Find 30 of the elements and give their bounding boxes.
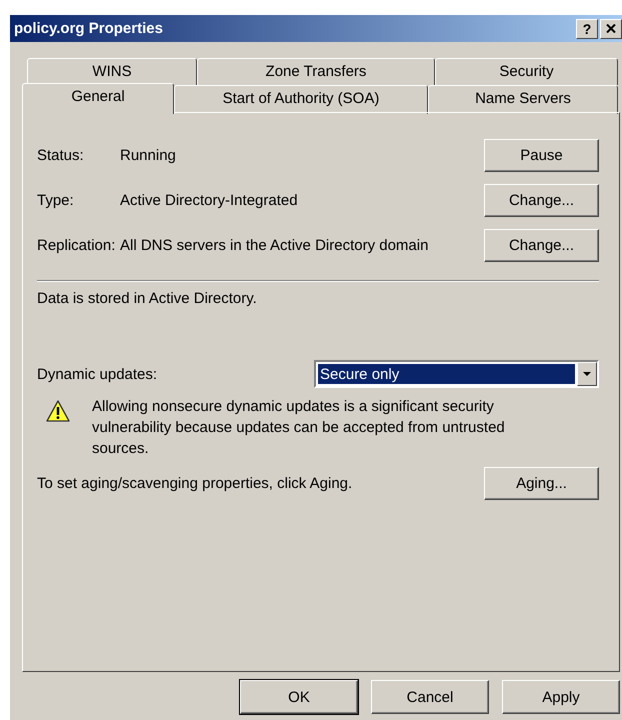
field-label: Status: bbox=[37, 147, 85, 164]
tab[interactable]: WINS bbox=[27, 58, 197, 85]
tab[interactable]: Security bbox=[435, 58, 618, 85]
tab[interactable]: Name Servers bbox=[428, 85, 618, 114]
action-button[interactable]: Pause bbox=[484, 139, 599, 172]
dialog-button[interactable]: Cancel bbox=[371, 680, 489, 714]
help-button[interactable]: ? bbox=[576, 18, 598, 38]
field-value: Running bbox=[120, 147, 177, 164]
warning-message: Allowing nonsecure dynamic updates is a significant security vulnerability because updates can be accepted from untrusted sources. bbox=[92, 397, 506, 459]
aging-button[interactable]: Aging... bbox=[484, 467, 599, 500]
aging-hint: To set aging/scavenging properties, click Aging. bbox=[37, 475, 352, 492]
storage-note: Data is stored in Active Directory. bbox=[37, 290, 258, 307]
dynamic-updates-label: Dynamic updates: bbox=[37, 366, 158, 382]
window-title: policy.org Properties bbox=[14, 20, 163, 37]
close-icon bbox=[606, 24, 616, 33]
close-button[interactable] bbox=[600, 18, 622, 38]
tab[interactable]: Start of Authority (SOA) bbox=[174, 85, 428, 114]
field-value: All DNS servers in the Active Directory domain bbox=[120, 237, 430, 254]
dropdown-arrow-icon bbox=[583, 372, 591, 376]
field-label: Replication: bbox=[37, 237, 116, 254]
action-button[interactable]: Change... bbox=[484, 184, 599, 217]
action-button[interactable]: Change... bbox=[484, 229, 599, 262]
dynamic-updates-dropdown[interactable]: Secure only bbox=[314, 360, 599, 388]
tab[interactable]: Zone Transfers bbox=[197, 58, 435, 85]
field-label: Type: bbox=[37, 192, 75, 209]
tab[interactable]: General bbox=[22, 83, 174, 114]
dialog-button[interactable]: OK bbox=[240, 680, 358, 714]
field-value: Active Directory-Integrated bbox=[120, 192, 299, 209]
warning-icon bbox=[46, 400, 70, 422]
dialog-button[interactable]: Apply bbox=[502, 680, 620, 714]
